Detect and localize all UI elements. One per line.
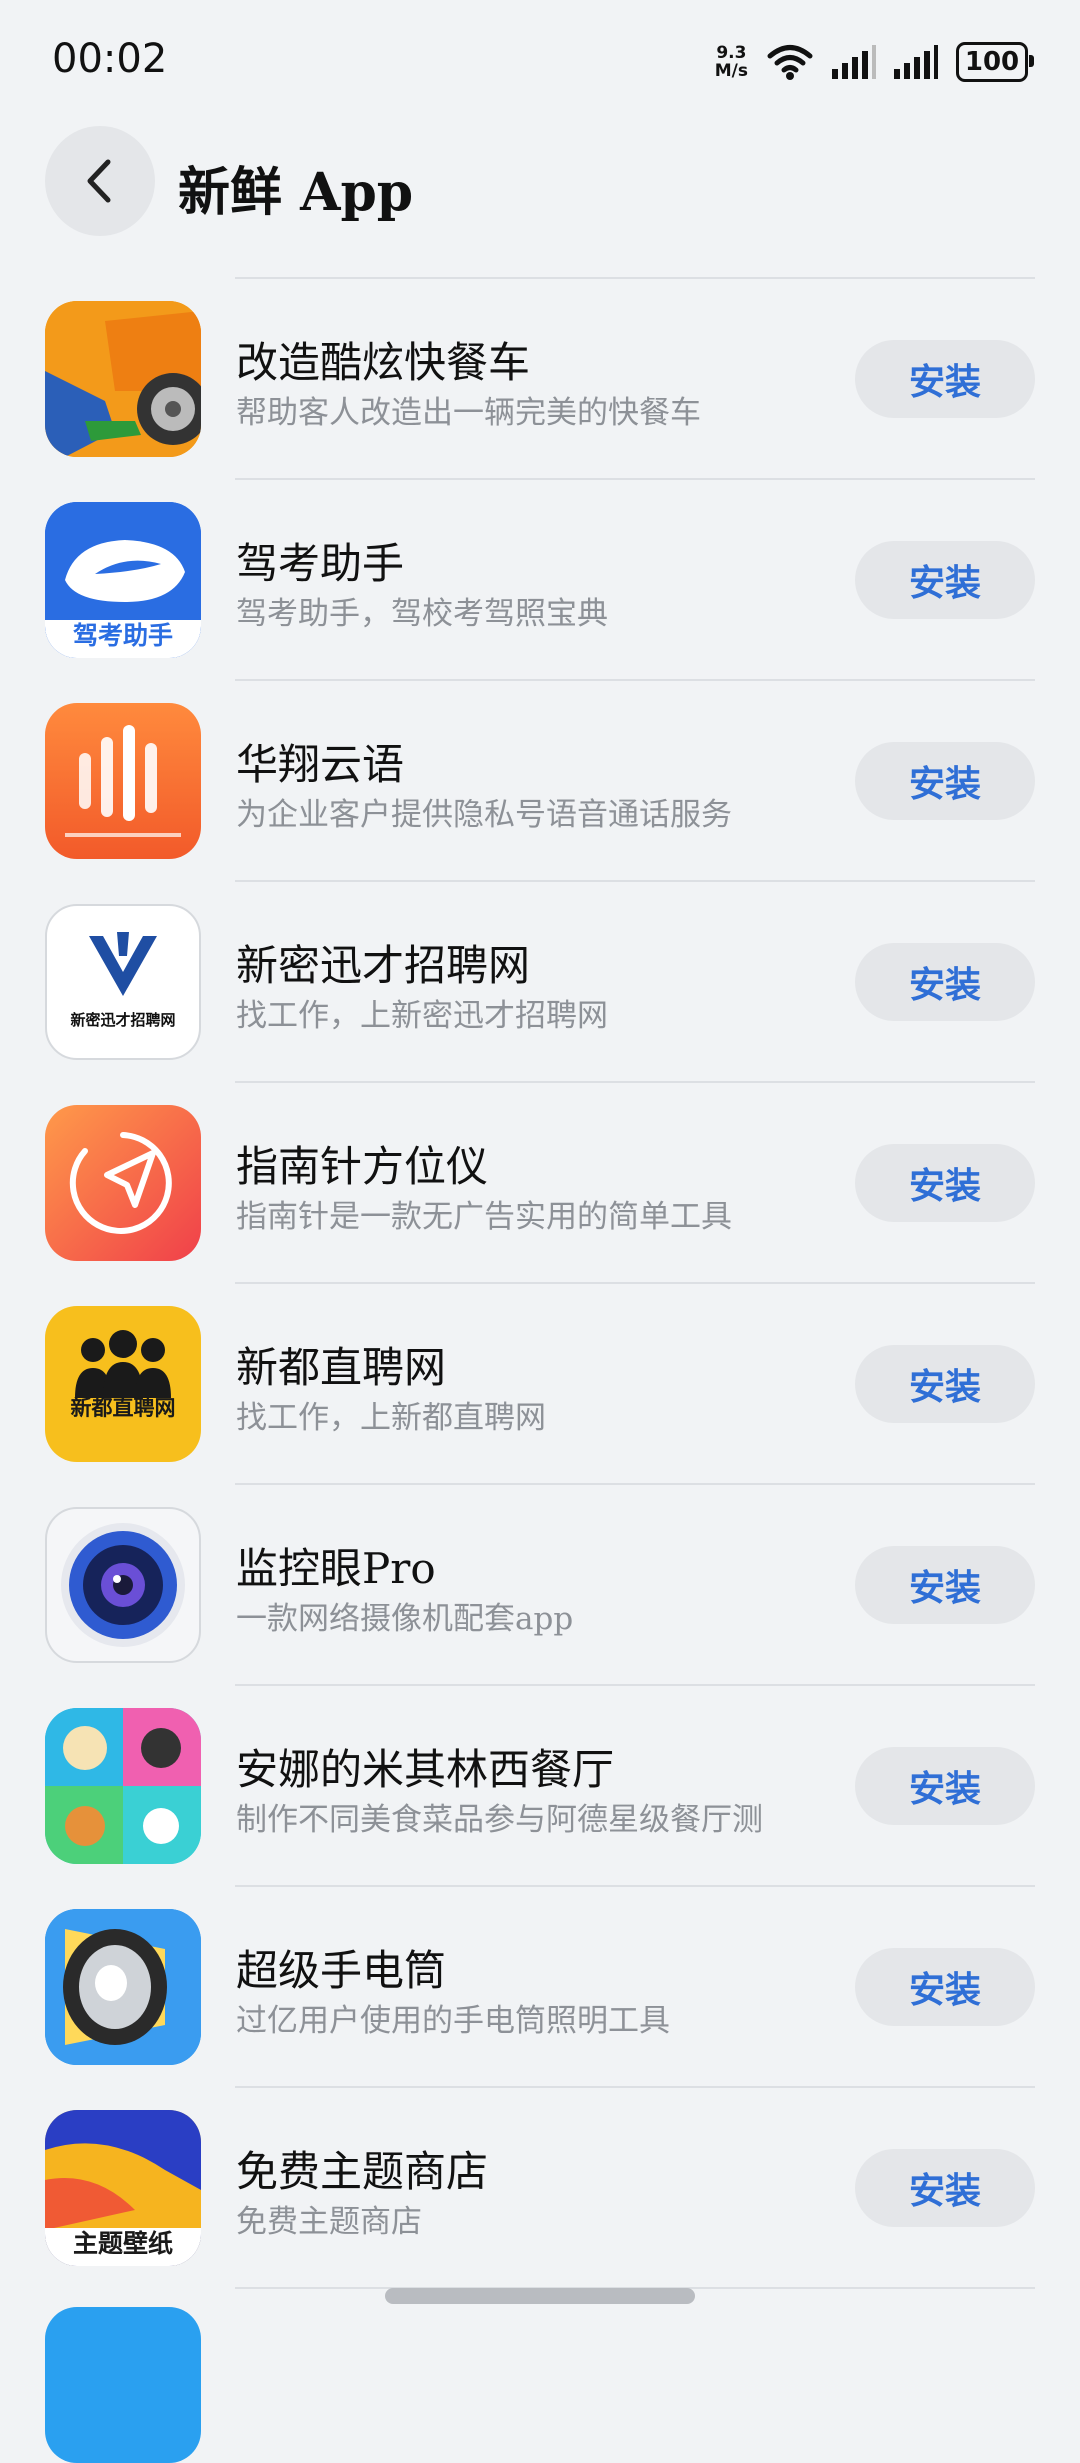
app-name: 安娜的米其林西餐厅 (236, 1745, 615, 1794)
app-item[interactable]: 新都直聘网 新都直聘网 找工作，上新都直聘网 安装 (0, 1284, 1080, 1484)
app-item[interactable]: 安娜的米其林西餐厅 制作不同美食菜品参与阿德星级餐厅测 安装 (0, 1686, 1080, 1886)
signal-icon (832, 45, 876, 79)
app-description: 免费主题商店 (236, 2204, 422, 2240)
install-button[interactable]: 安装 (855, 340, 1035, 418)
app-icon-camera-eye (45, 1507, 201, 1663)
install-button[interactable]: 安装 (855, 541, 1035, 619)
install-button[interactable]: 安装 (855, 1546, 1035, 1624)
app-name: 新都直聘网 (236, 1343, 447, 1392)
app-description: 找工作，上新密迅才招聘网 (236, 998, 608, 1034)
install-button[interactable]: 安装 (855, 943, 1035, 1021)
app-name: 监控眼Pro (236, 1544, 436, 1593)
install-button[interactable]: 安装 (855, 742, 1035, 820)
status-icons: 9.3 M/s 100 (715, 40, 1034, 84)
app-icon-job-site: 新密迅才招聘网 (45, 904, 201, 1060)
app-description: 一款网络摄像机配套app (236, 1601, 574, 1637)
app-icon-label: 驾考助手 (72, 621, 173, 650)
network-speed-unit: M/s (714, 61, 748, 81)
wifi-icon (767, 45, 813, 80)
status-time: 00:02 (52, 36, 168, 82)
app-icon-voice-cloud (45, 703, 201, 859)
app-icon-driving-test: 驾考助手 (45, 502, 201, 658)
app-icon-compass (45, 1105, 201, 1261)
app-item[interactable]: 驾考助手 驾考助手 驾考助手，驾校考驾照宝典 安装 (0, 480, 1080, 680)
install-button[interactable]: 安装 (855, 2149, 1035, 2227)
app-description: 制作不同美食菜品参与阿德星级餐厅测 (236, 1802, 763, 1838)
app-name: 超级手电筒 (236, 1946, 447, 1995)
app-item[interactable]: 主题壁纸 免费主题商店 免费主题商店 安装 (0, 2088, 1080, 2288)
app-icon-label: 新都直聘网 (70, 1396, 176, 1420)
install-button[interactable]: 安装 (855, 1948, 1035, 2026)
network-speed-value: 9.3 (716, 43, 747, 63)
app-icon-partial (45, 2307, 201, 2463)
app-item[interactable]: 改造酷炫快餐车 帮助客人改造出一辆完美的快餐车 安装 (0, 279, 1080, 479)
app-description: 帮助客人改造出一辆完美的快餐车 (236, 395, 701, 431)
install-button[interactable]: 安装 (855, 1144, 1035, 1222)
page-title: 新鲜 App (178, 162, 414, 223)
back-button[interactable] (45, 126, 155, 236)
app-icon-label: 主题壁纸 (72, 2229, 173, 2258)
install-button[interactable]: 安装 (855, 1345, 1035, 1423)
app-item[interactable]: 指南针方位仪 指南针是一款无广告实用的简单工具 安装 (0, 1083, 1080, 1283)
app-icon-flashlight (45, 1909, 201, 2065)
app-item[interactable]: 超级手电筒 过亿用户使用的手电筒照明工具 安装 (0, 1887, 1080, 2087)
network-speed: 9.3 M/s (715, 44, 748, 80)
app-icon-food-truck (45, 301, 201, 457)
home-indicator[interactable] (385, 2288, 695, 2304)
app-description: 过亿用户使用的手电筒照明工具 (236, 2003, 670, 2039)
app-name: 改造酷炫快餐车 (236, 338, 531, 387)
app-name: 指南针方位仪 (236, 1142, 489, 1191)
app-description: 找工作，上新都直聘网 (236, 1400, 546, 1436)
battery-icon: 100 (956, 42, 1034, 82)
app-name: 华翔云语 (236, 740, 405, 789)
status-bar: 00:02 9.3 M/s 100 (0, 0, 1080, 120)
app-item[interactable]: 华翔云语 为企业客户提供隐私号语音通话服务 安装 (0, 681, 1080, 881)
app-icon-recruit: 新都直聘网 (45, 1306, 201, 1462)
page-header: 新鲜 App (0, 126, 1080, 238)
app-name: 驾考助手 (236, 539, 405, 588)
signal-icon-2 (894, 45, 938, 79)
app-item[interactable]: 监控眼Pro 一款网络摄像机配套app 安装 (0, 1485, 1080, 1685)
app-icon-label: 新密迅才招聘网 (70, 1011, 176, 1029)
install-button[interactable]: 安装 (855, 1747, 1035, 1825)
app-description: 为企业客户提供隐私号语音通话服务 (236, 797, 732, 833)
chevron-left-icon (87, 159, 111, 203)
app-name: 新密迅才招聘网 (236, 941, 531, 990)
app-name: 免费主题商店 (236, 2147, 489, 2196)
app-description: 驾考助手，驾校考驾照宝典 (236, 596, 608, 632)
app-icon-theme-store: 主题壁纸 (45, 2110, 201, 2266)
app-icon-restaurant-game (45, 1708, 201, 1864)
app-description: 指南针是一款无广告实用的简单工具 (236, 1199, 732, 1235)
app-item[interactable]: 新密迅才招聘网 新密迅才招聘网 找工作，上新密迅才招聘网 安装 (0, 882, 1080, 1082)
